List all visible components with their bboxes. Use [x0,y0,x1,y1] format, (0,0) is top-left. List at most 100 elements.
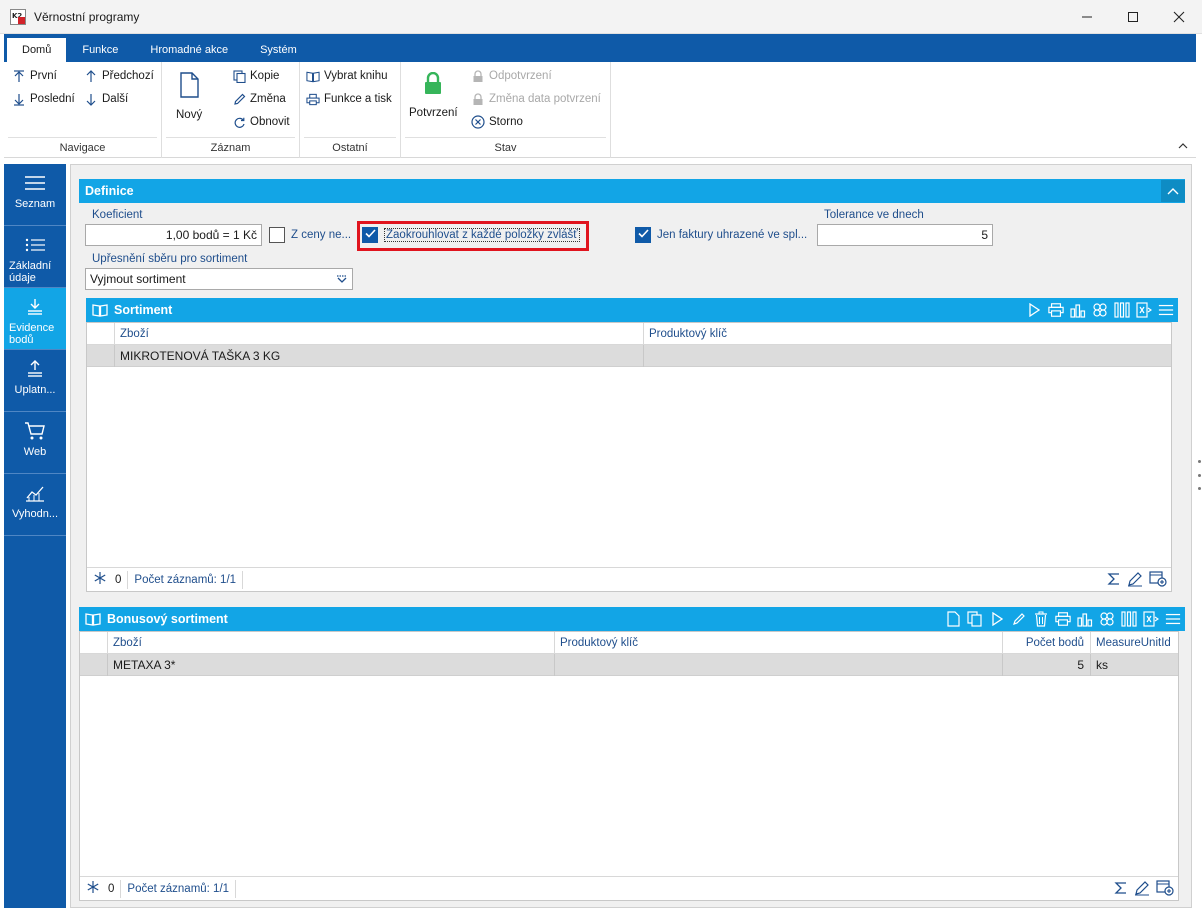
trash-icon[interactable] [1033,611,1049,627]
column-header-pocet-bodu[interactable]: Počet bodů [1002,632,1090,654]
row-indicator-header [80,632,107,654]
column-header-zbozi[interactable]: Zboží [114,323,643,345]
sidebar-label: Web [23,446,47,458]
column-header-produktovy-klic[interactable]: Produktový klíč [643,323,1171,345]
last-button[interactable]: Poslední [12,92,75,106]
first-button[interactable]: První [12,69,57,83]
unconfirm-button[interactable]: Odpotvrzení [471,69,552,83]
previous-button[interactable]: Předchozí [84,69,154,83]
copy-icon[interactable] [967,611,983,627]
play-icon[interactable] [989,611,1005,627]
jen-faktury-checkbox[interactable]: Jen faktury uhrazené ve spl... [635,227,807,243]
choose-book-label: Vybrat knihu [324,70,388,82]
change-confirm-date-label: Změna data potvrzení [489,93,601,105]
sum-icon[interactable] [1114,881,1128,898]
copy-button[interactable]: Kopie [232,69,279,83]
new-document-icon[interactable] [945,611,961,627]
upresneni-value: Vyjmout sortiment [90,272,186,286]
sidebar-item-web[interactable]: Web [4,412,66,474]
bonusovy-grid: Zboží Produktový klíč Počet bodů Measure… [79,631,1179,901]
bar-chart-icon[interactable] [1077,611,1093,627]
sidebar-label: Evidence bodů [9,322,55,346]
play-icon[interactable] [1026,302,1042,318]
edit-icon[interactable] [1127,571,1143,590]
column-header-zbozi[interactable]: Zboží [107,632,554,654]
add-record-icon[interactable] [1156,879,1174,899]
printer-icon[interactable] [1048,302,1064,318]
check-icon [637,229,649,241]
minimize-button[interactable] [1064,0,1110,34]
sum-icon[interactable] [1107,572,1121,589]
columns-icon[interactable] [1114,302,1130,318]
first-label: První [30,70,57,82]
tab-domu[interactable]: Domů [7,38,67,62]
functions-print-button[interactable]: Funkce a tisk [306,92,392,106]
snowflake-icon[interactable] [86,880,100,897]
sidebar-item-zakladni-udaje[interactable]: Základní údaje [4,226,66,288]
zaokrouhlovat-checkbox[interactable]: Zaokrouhlovat z každé položky zvlášť [362,227,580,243]
arrow-down-icon [12,92,26,106]
change-confirm-date-button[interactable]: Změna data potvrzení [471,92,601,106]
table-row[interactable]: METAXA 3* 5 ks [80,654,1178,676]
koeficient-field[interactable]: 1,00 bodů = 1 Kč [85,224,262,246]
next-button[interactable]: Další [84,92,128,106]
footer-records: Počet záznamů: 1/1 [134,573,237,586]
cancel-storno-button[interactable]: Storno [471,115,523,129]
tab-hromadne-akce[interactable]: Hromadné akce [134,38,244,62]
copy-label: Kopie [250,70,280,82]
change-button[interactable]: Změna [232,92,286,106]
choose-book-button[interactable]: Vybrat knihu [306,69,388,83]
menu-icon[interactable] [1158,302,1174,318]
collapse-ribbon-button[interactable] [1178,141,1188,153]
sidebar-item-seznam[interactable]: Seznam [4,164,66,226]
z-ceny-checkbox[interactable]: Z ceny ne... [269,227,351,243]
tolerance-field[interactable]: 5 [817,224,993,246]
title-bar: K2 Věrnostní programy [0,0,1202,34]
collapse-section-button[interactable] [1161,180,1185,202]
stav-group-label: Stav [405,137,606,154]
refresh-button[interactable]: Obnovit [232,115,290,129]
download-tray-icon [25,296,45,318]
column-header-measure-unit[interactable]: MeasureUnitId [1090,632,1178,654]
table-row[interactable]: MIKROTENOVÁ TAŠKA 3 KG [87,345,1171,367]
functions-print-label: Funkce a tisk [324,93,392,105]
filter-group-icon[interactable] [1099,611,1115,627]
maximize-button[interactable] [1110,0,1156,34]
column-header-produktovy-klic[interactable]: Produktový klíč [554,632,1002,654]
lock-icon [471,92,485,106]
add-record-icon[interactable] [1149,570,1167,590]
close-button[interactable] [1156,0,1202,34]
list-icon [24,234,46,256]
export-excel-icon[interactable] [1136,302,1152,318]
confirm-button[interactable]: Potvrzení [409,71,458,119]
sidebar-item-uplatneni[interactable]: Uplatn... [4,350,66,412]
tolerance-label: Tolerance ve dnech [824,209,924,221]
new-button[interactable]: Nový [176,72,202,121]
row-indicator [87,345,114,367]
tolerance-value: 5 [981,228,988,242]
sidebar-item-vyhodnoceni[interactable]: Vyhodn... [4,474,66,536]
resize-grip[interactable] [1198,460,1201,490]
upresneni-select[interactable]: Vyjmout sortiment [85,268,353,290]
ribbon: První Předchozí Poslední Další Navigace … [4,62,1196,158]
export-excel-icon[interactable] [1143,611,1159,627]
snowflake-icon[interactable] [93,571,107,588]
tab-funkce[interactable]: Funkce [66,38,134,62]
koeficient-value: 1,00 bodů = 1 Kč [165,228,257,242]
columns-icon[interactable] [1121,611,1137,627]
checkbox-box[interactable] [635,227,651,243]
bar-chart-icon[interactable] [1070,302,1086,318]
checkbox-box[interactable] [269,227,285,243]
printer-icon[interactable] [1055,611,1071,627]
last-label: Poslední [30,93,75,105]
circle-x-icon [471,115,485,129]
pencil-icon[interactable] [1011,611,1027,627]
cell-zbozi: METAXA 3* [107,654,554,676]
checkbox-box[interactable] [362,227,378,243]
edit-icon[interactable] [1134,880,1150,899]
menu-icon[interactable] [1165,611,1181,627]
tab-system[interactable]: Systém [244,38,313,62]
filter-group-icon[interactable] [1092,302,1108,318]
sidebar-item-evidence-bodu[interactable]: Evidence bodů [4,288,66,350]
bonusovy-title: Bonusový sortiment [107,612,228,626]
